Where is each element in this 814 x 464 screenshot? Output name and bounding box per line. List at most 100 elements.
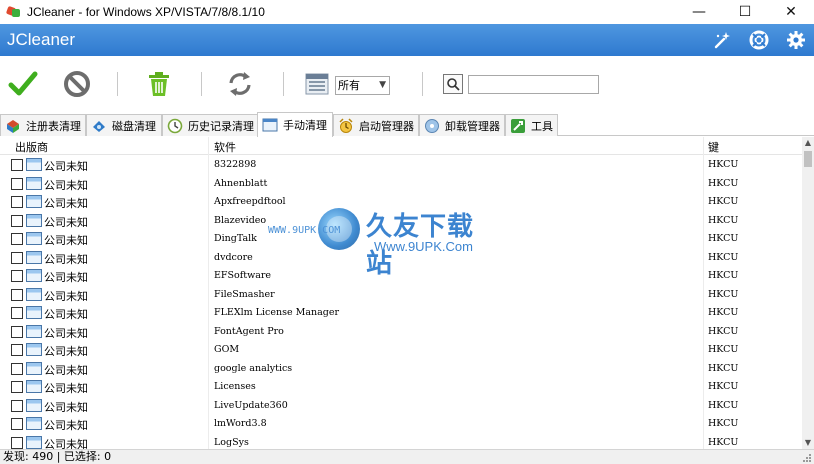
minimize-button[interactable]: — xyxy=(676,0,722,24)
table-row[interactable]: 公司未知 FontAgent Pro HKCU xyxy=(0,323,802,342)
software-cell: FLEXlm License Manager xyxy=(214,307,340,318)
software-table: 出版商 软件 键 公司未知 8322898 HKCU 公司未知 Ahnenblatt HK… xyxy=(0,137,814,449)
refresh-icon[interactable] xyxy=(224,68,256,100)
table-row[interactable]: 公司未知 LiveUpdate360 HKCU xyxy=(0,397,802,416)
row-checkbox[interactable] xyxy=(11,233,23,245)
key-cell: HKCU xyxy=(708,159,739,170)
publisher-cell: 公司未知 xyxy=(44,252,88,266)
status-bar: 发现: 490 | 已选择: 0 xyxy=(0,449,814,464)
scroll-down-arrow-icon[interactable]: ▼ xyxy=(802,437,814,449)
key-cell: HKCU xyxy=(708,344,739,355)
key-cell: HKCU xyxy=(708,325,739,337)
tab-disk-clean[interactable]: 磁盘清理 xyxy=(86,114,162,136)
scroll-up-arrow-icon[interactable]: ▲ xyxy=(802,137,814,149)
publisher-cell: 公司未知 xyxy=(44,289,88,303)
filter-list-icon[interactable] xyxy=(302,68,332,100)
software-cell: EFSoftware xyxy=(214,270,272,281)
row-checkbox[interactable] xyxy=(11,381,23,393)
key-cell: HKCU xyxy=(708,270,739,281)
column-header-software[interactable]: 软件 xyxy=(214,139,236,155)
row-checkbox[interactable] xyxy=(11,288,23,301)
software-cell: dvdcore xyxy=(214,251,253,263)
window-icon xyxy=(26,158,42,171)
table-row[interactable]: 公司未知 FileSmasher HKCU xyxy=(0,286,802,305)
software-cell: google analytics xyxy=(214,362,293,374)
window-icon xyxy=(26,195,42,208)
publisher-cell: 公司未知 xyxy=(44,197,88,210)
disk-icon xyxy=(93,120,105,132)
tab-label: 注册表清理 xyxy=(26,119,81,133)
row-checkbox[interactable] xyxy=(11,196,23,208)
tab-uninstall-manager[interactable]: 卸载管理器 xyxy=(419,114,505,136)
row-checkbox[interactable] xyxy=(11,344,23,356)
toolbar-separator xyxy=(117,72,118,96)
table-row[interactable]: 公司未知 LogSys HKCU xyxy=(0,434,802,449)
resize-grip-icon[interactable] xyxy=(802,453,812,463)
table-row[interactable]: 公司未知 lmWord3.8 HKCU xyxy=(0,415,802,434)
window-icon xyxy=(26,250,42,264)
jcleaner-window: JCleaner - for Windows XP/VISTA/7/8/8.1/… xyxy=(0,0,814,464)
tab-tools[interactable]: 工具 xyxy=(505,114,558,136)
row-checkbox[interactable] xyxy=(11,436,23,449)
window-icon xyxy=(26,306,42,319)
tab-manual-clean[interactable]: 手动清理 xyxy=(257,112,333,137)
scrollbar-thumb[interactable] xyxy=(804,151,812,167)
table-row[interactable]: 公司未知 8322898 HKCU xyxy=(0,156,802,175)
table-row[interactable]: 公司未知 FLEXlm License Manager HKCU xyxy=(0,304,802,323)
column-header-publisher[interactable]: 出版商 xyxy=(15,139,48,155)
row-checkbox[interactable] xyxy=(11,214,23,227)
key-cell: HKCU xyxy=(708,307,739,318)
row-checkbox[interactable] xyxy=(11,270,23,282)
table-row[interactable]: 公司未知 GOM HKCU xyxy=(0,341,802,360)
row-checkbox[interactable] xyxy=(11,177,23,190)
table-row[interactable]: 公司未知 google analytics HKCU xyxy=(0,360,802,379)
trash-icon[interactable] xyxy=(143,68,175,100)
publisher-cell: 公司未知 xyxy=(44,345,88,358)
key-cell: HKCU xyxy=(708,233,739,244)
tab-startup-manager[interactable]: 启动管理器 xyxy=(333,114,419,136)
row-checkbox[interactable] xyxy=(11,159,23,171)
filter-dropdown[interactable]: 所有 ▼ xyxy=(335,76,390,95)
window-icon xyxy=(26,324,42,338)
tab-registry-clean[interactable]: 注册表清理 xyxy=(0,114,86,136)
table-row[interactable]: 公司未知 Ahnenblatt HKCU xyxy=(0,175,802,194)
check-icon[interactable] xyxy=(7,68,39,100)
key-cell: HKCU xyxy=(708,362,739,374)
window-icon xyxy=(26,213,42,227)
help-lifebuoy-icon[interactable] xyxy=(749,30,769,50)
row-checkbox[interactable] xyxy=(11,251,23,264)
gear-icon[interactable] xyxy=(786,30,806,50)
vertical-scrollbar[interactable]: ▲ ▼ xyxy=(802,137,814,449)
row-checkbox[interactable] xyxy=(11,325,23,338)
tab-label: 工具 xyxy=(531,119,553,133)
startup-icon xyxy=(339,117,353,133)
uninstall-icon xyxy=(425,118,439,133)
key-cell: HKCU xyxy=(708,418,739,429)
table-row[interactable]: 公司未知 Licenses HKCU xyxy=(0,378,802,397)
column-header-key[interactable]: 键 xyxy=(708,139,719,155)
window-icon xyxy=(26,380,42,393)
publisher-cell: 公司未知 xyxy=(44,400,88,414)
software-cell: Licenses xyxy=(214,381,256,392)
row-checkbox[interactable] xyxy=(11,362,23,375)
key-cell: HKCU xyxy=(708,288,739,300)
publisher-cell: 公司未知 xyxy=(44,363,88,377)
key-cell: HKCU xyxy=(708,381,739,392)
software-cell: Ahnenblatt xyxy=(214,177,268,189)
search-icon[interactable] xyxy=(443,74,463,94)
close-button[interactable]: ✕ xyxy=(768,0,814,24)
row-checkbox[interactable] xyxy=(11,418,23,430)
row-checkbox[interactable] xyxy=(11,399,23,412)
tab-history-clean[interactable]: 历史记录清理 xyxy=(162,114,258,136)
software-cell: FontAgent Pro xyxy=(214,325,284,337)
search-input[interactable] xyxy=(468,75,599,94)
row-checkbox[interactable] xyxy=(11,307,23,319)
tab-label: 历史记录清理 xyxy=(188,119,254,133)
cancel-icon[interactable] xyxy=(61,68,93,100)
window-icon xyxy=(26,361,42,375)
maximize-button[interactable]: ☐ xyxy=(722,0,768,24)
magic-wand-icon[interactable] xyxy=(712,30,732,50)
publisher-cell: 公司未知 xyxy=(44,419,88,432)
table-header: 出版商 软件 键 xyxy=(0,137,802,155)
window-icon xyxy=(26,232,42,245)
